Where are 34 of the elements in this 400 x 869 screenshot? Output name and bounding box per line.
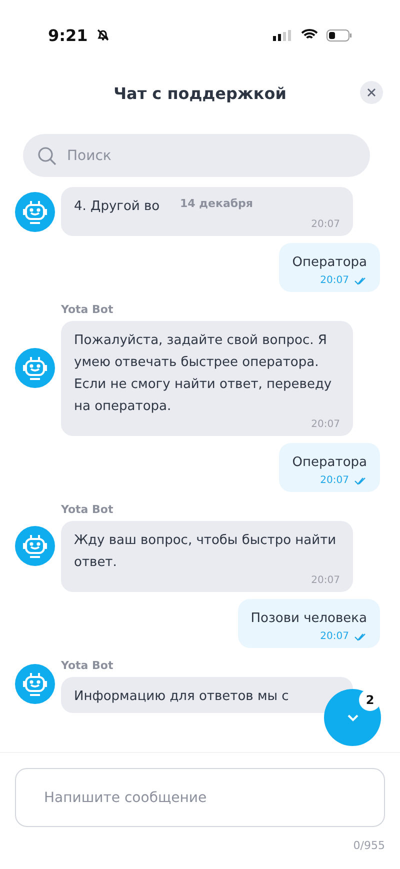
message-text: 4. Другой во <box>74 198 160 216</box>
search-icon <box>37 146 57 166</box>
unread-badge: 2 <box>359 689 381 711</box>
robot-avatar-icon <box>15 348 55 388</box>
message-time: 20:07 <box>311 219 340 230</box>
robot-avatar-icon <box>15 526 55 566</box>
robot-avatar-icon <box>15 192 55 232</box>
message-time: 20:07 <box>311 419 340 430</box>
status-time: 9:21 <box>48 26 88 44</box>
message-time: 20:07 <box>311 575 340 586</box>
robot-avatar-icon <box>15 664 55 704</box>
battery-icon <box>326 28 352 42</box>
message-text: Жду ваш вопрос, чтобы быстро найти ответ. <box>74 532 338 572</box>
search-field[interactable]: Поиск <box>23 134 370 177</box>
message-time: 20:07 <box>320 631 349 642</box>
message-time: 20:07 <box>320 275 349 286</box>
character-counter: 0/955 <box>353 839 385 852</box>
message-text: Пожалуйста, задайте свой вопрос. Я умею отвечать быстрее оператора. Если не смогу найти ответ, переведу на оператора. <box>74 332 333 416</box>
message-input[interactable]: Напишите сообщение <box>15 768 385 827</box>
sender-name: Yota Bot <box>61 503 114 516</box>
message-text: Информацию для ответов мы с <box>74 688 290 706</box>
chat-title: Чат с поддержкой <box>114 84 286 102</box>
bell-off-icon <box>96 28 110 42</box>
close-icon <box>367 88 376 97</box>
message-time: 20:07 <box>320 475 349 486</box>
sender-name: Yota Bot <box>61 659 114 672</box>
message-text: Оператора <box>292 454 367 472</box>
chevron-down-icon <box>346 714 358 722</box>
message-text: Оператора <box>292 254 367 272</box>
message-text: Позови человека <box>250 610 367 628</box>
close-button[interactable] <box>360 81 383 104</box>
sender-name: Yota Bot <box>61 303 114 316</box>
wifi-icon <box>301 29 318 41</box>
signal-icon <box>273 30 293 40</box>
